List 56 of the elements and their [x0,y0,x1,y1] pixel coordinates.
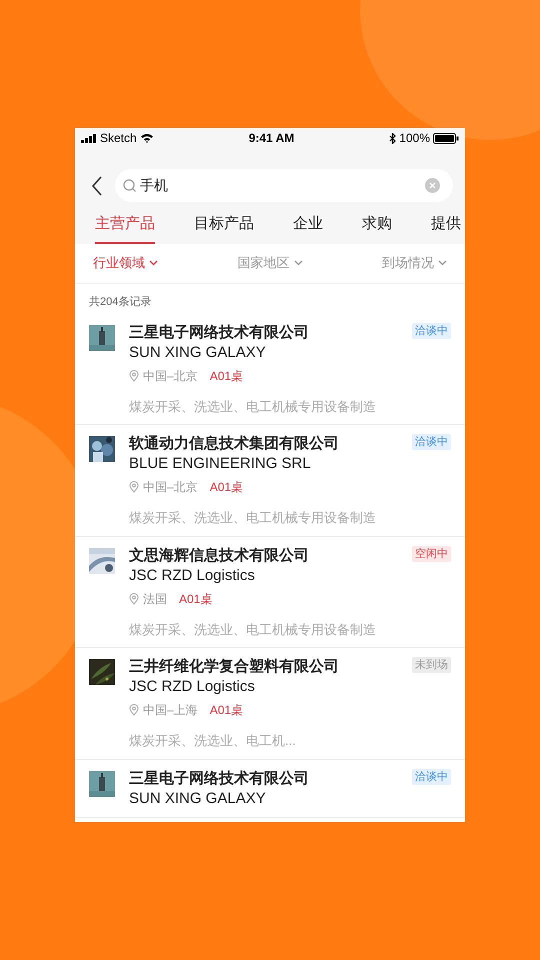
category-tab[interactable]: 目标产品 [194,209,254,244]
desk-number: A01桌 [210,368,244,384]
carrier-name: Sketch [100,130,137,147]
battery-percent: 100% [399,130,430,147]
status-badge: 洽谈中 [412,322,451,338]
status-badge: 洽谈中 [412,768,451,784]
caret-icon [149,260,158,266]
filter-dropdown[interactable]: 行业领域 [93,253,158,273]
caret-icon [294,260,302,266]
record-count: 共204条记录 [89,296,152,308]
company-english-name: BLUE ENGINEERING SRL [129,454,312,474]
company-card[interactable]: 软通动力信息技术集团有限公司 洽谈中 BLUE ENGINEERING SRL 中国–北京 A01桌 煤炭开采、洗选业、电工机械专用设备制造 [75,425,465,536]
company-name: 软通动力信息技术集团有限公司 [129,434,339,454]
status-badge: 未到场 [412,657,451,673]
location-text: 中国–北京 [143,368,198,384]
status-time: 9:41 AM [248,130,294,147]
wifi-icon [140,133,154,143]
location-pin-icon [129,592,139,604]
location-text: 法国 [143,590,167,608]
industry-text: 煤炭开采、洗选业、电工机... [129,732,297,750]
location-pin-icon [129,370,139,382]
company-name: 三井纤维化学复合塑料有限公司 [129,657,339,677]
company-card[interactable]: 文思海辉信息技术有限公司 空闲中 JSC RZD Logistics 法国 A01桌 煤炭开采、洗选业、电工机械专用设备制造 [75,536,465,648]
search-field[interactable]: 手机 [115,169,453,202]
category-tab[interactable]: 企业 [293,209,323,244]
location-pin-icon [129,481,139,493]
company-card[interactable]: 三井纤维化学复合塑料有限公司 未到场 JSC RZD Logistics 中国–上海 A01桌 煤炭开采、洗选业、电工机... [75,648,465,760]
company-card[interactable]: 三星电子网络技术有限公司 洽谈中 SUN XING GALAXY 中国–北京 A01桌 煤炭开采、洗选业、电工机械专用设备制造 [75,314,465,425]
company-english-name: SUN XING GALAXY [129,342,267,362]
back-icon [91,176,103,196]
location-text: 中国–上海 [143,702,198,719]
desk-number: A01桌 [210,702,244,719]
location-pin-icon [129,704,139,716]
company-name: 三星电子网络技术有限公司 [129,768,309,788]
bluetooth-icon [389,132,396,144]
industry-text: 煤炭开采、洗选业、电工机械专用设备制造 [129,620,377,638]
company-english-name: JSC RZD Logistics [129,677,256,697]
company-english-name: SUN XING GALAXY [129,788,267,808]
company-english-name: JSC RZD Logistics [129,566,256,586]
battery-icon [433,132,459,144]
status-badge: 空闲中 [412,546,451,562]
search-icon [123,179,136,192]
company-name: 三星电子网络技术有限公司 [129,322,309,342]
close-icon [429,182,436,189]
category-tab[interactable]: 求购 [362,209,392,244]
desk-number: A01桌 [179,590,212,608]
category-tab[interactable]: 提供 [431,209,461,244]
industry-text: 煤炭开采、洗选业、电工机械专用设备制造 [129,509,377,527]
location-text: 中国–北京 [143,479,198,496]
signal-icon [81,134,97,142]
desk-number: A01桌 [210,479,244,496]
company-name: 文思海辉信息技术有限公司 [129,546,309,566]
industry-text: 煤炭开采、洗选业、电工机械专用设备制造 [129,398,377,416]
caret-icon [438,260,447,266]
status-badge: 洽谈中 [412,434,451,450]
company-card[interactable]: 三星电子网络技术有限公司 洽谈中 SUN XING GALAXY [75,760,465,818]
